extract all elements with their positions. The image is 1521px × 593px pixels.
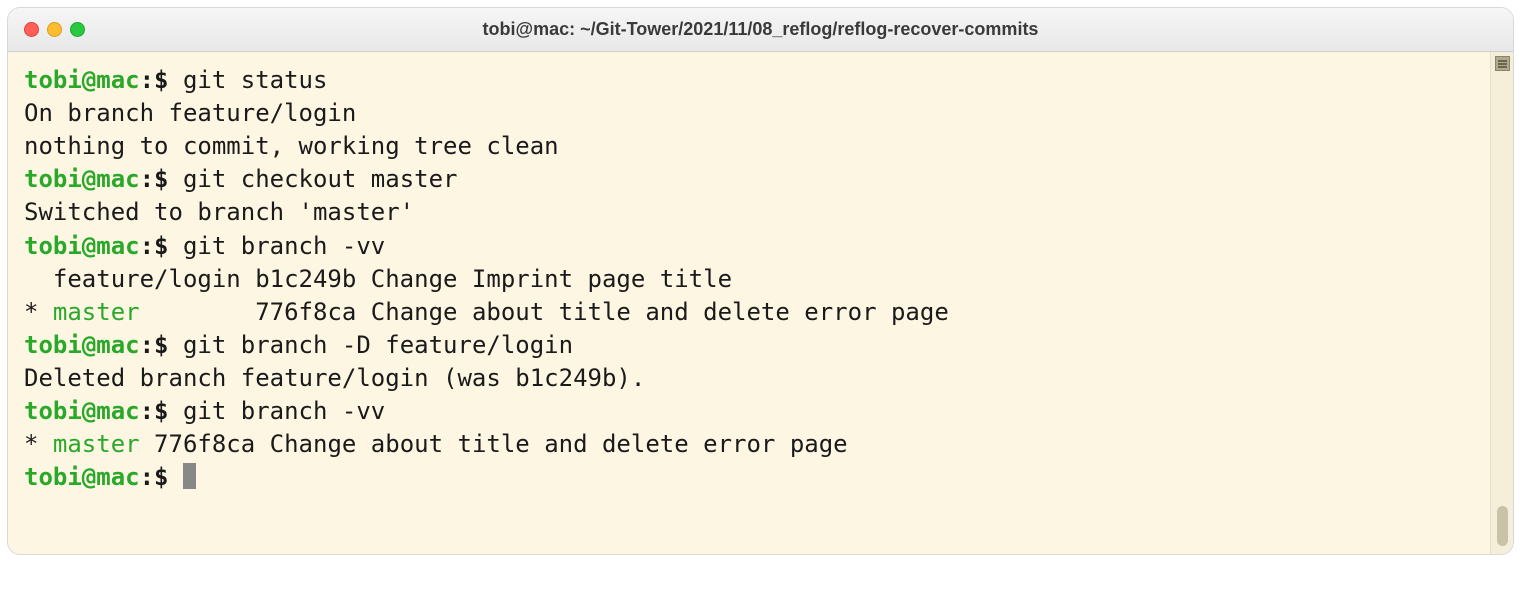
window-title: tobi@mac: ~/Git-Tower/2021/11/08_reflog/… bbox=[24, 19, 1497, 40]
prompt-user: tobi@mac bbox=[24, 232, 140, 260]
branch-marker: * bbox=[24, 298, 53, 326]
cursor bbox=[183, 463, 196, 489]
command-text: git checkout master bbox=[183, 165, 458, 193]
command-text: git branch -vv bbox=[183, 232, 385, 260]
terminal-line: Switched to branch 'master' bbox=[24, 196, 1474, 229]
prompt-separator: : bbox=[140, 397, 154, 425]
prompt-symbol: $ bbox=[154, 165, 183, 193]
branch-info: 776f8ca Change about title and delete er… bbox=[140, 430, 848, 458]
terminal-line: tobi@mac:$ bbox=[24, 461, 1474, 494]
terminal-line: tobi@mac:$ git status bbox=[24, 64, 1474, 97]
terminal-line: nothing to commit, working tree clean bbox=[24, 130, 1474, 163]
terminal-output[interactable]: tobi@mac:$ git statusOn branch feature/l… bbox=[8, 52, 1490, 554]
command-text: git branch -vv bbox=[183, 397, 385, 425]
terminal-line: feature/login b1c249b Change Imprint pag… bbox=[24, 263, 1474, 296]
terminal-line: tobi@mac:$ git branch -vv bbox=[24, 395, 1474, 428]
terminal-line: tobi@mac:$ git branch -D feature/login bbox=[24, 329, 1474, 362]
prompt-separator: : bbox=[140, 66, 154, 94]
prompt-separator: : bbox=[140, 232, 154, 260]
active-branch-name: master bbox=[53, 430, 140, 458]
prompt-symbol: $ bbox=[154, 463, 183, 491]
scroll-thumb[interactable] bbox=[1497, 506, 1508, 546]
active-branch-name: master bbox=[53, 298, 140, 326]
terminal-line: Deleted branch feature/login (was b1c249… bbox=[24, 362, 1474, 395]
terminal-line: tobi@mac:$ git branch -vv bbox=[24, 230, 1474, 263]
prompt-separator: : bbox=[140, 463, 154, 491]
prompt-separator: : bbox=[140, 331, 154, 359]
prompt-user: tobi@mac bbox=[24, 331, 140, 359]
prompt-symbol: $ bbox=[154, 66, 183, 94]
output-text: Switched to branch 'master' bbox=[24, 198, 414, 226]
prompt-symbol: $ bbox=[154, 331, 183, 359]
scroll-menu-icon[interactable] bbox=[1495, 56, 1510, 71]
output-text: On branch feature/login bbox=[24, 99, 356, 127]
maximize-icon[interactable] bbox=[70, 22, 85, 37]
terminal-window: tobi@mac: ~/Git-Tower/2021/11/08_reflog/… bbox=[8, 8, 1513, 554]
prompt-user: tobi@mac bbox=[24, 463, 140, 491]
prompt-symbol: $ bbox=[154, 232, 183, 260]
terminal-line: * master 776f8ca Change about title and … bbox=[24, 296, 1474, 329]
command-text: git branch -D feature/login bbox=[183, 331, 573, 359]
prompt-symbol: $ bbox=[154, 397, 183, 425]
prompt-user: tobi@mac bbox=[24, 165, 140, 193]
branch-info: 776f8ca Change about title and delete er… bbox=[140, 298, 949, 326]
prompt-user: tobi@mac bbox=[24, 397, 140, 425]
titlebar: tobi@mac: ~/Git-Tower/2021/11/08_reflog/… bbox=[8, 8, 1513, 52]
traffic-lights bbox=[24, 22, 85, 37]
terminal-body: tobi@mac:$ git statusOn branch feature/l… bbox=[8, 52, 1513, 554]
terminal-line: * master 776f8ca Change about title and … bbox=[24, 428, 1474, 461]
command-text: git status bbox=[183, 66, 328, 94]
scrollbar[interactable] bbox=[1490, 52, 1513, 554]
minimize-icon[interactable] bbox=[47, 22, 62, 37]
prompt-user: tobi@mac bbox=[24, 66, 140, 94]
prompt-separator: : bbox=[140, 165, 154, 193]
output-text: nothing to commit, working tree clean bbox=[24, 132, 559, 160]
output-text: Deleted branch feature/login (was b1c249… bbox=[24, 364, 645, 392]
close-icon[interactable] bbox=[24, 22, 39, 37]
branch-marker: * bbox=[24, 430, 53, 458]
output-text: feature/login b1c249b Change Imprint pag… bbox=[24, 265, 732, 293]
terminal-line: On branch feature/login bbox=[24, 97, 1474, 130]
terminal-line: tobi@mac:$ git checkout master bbox=[24, 163, 1474, 196]
